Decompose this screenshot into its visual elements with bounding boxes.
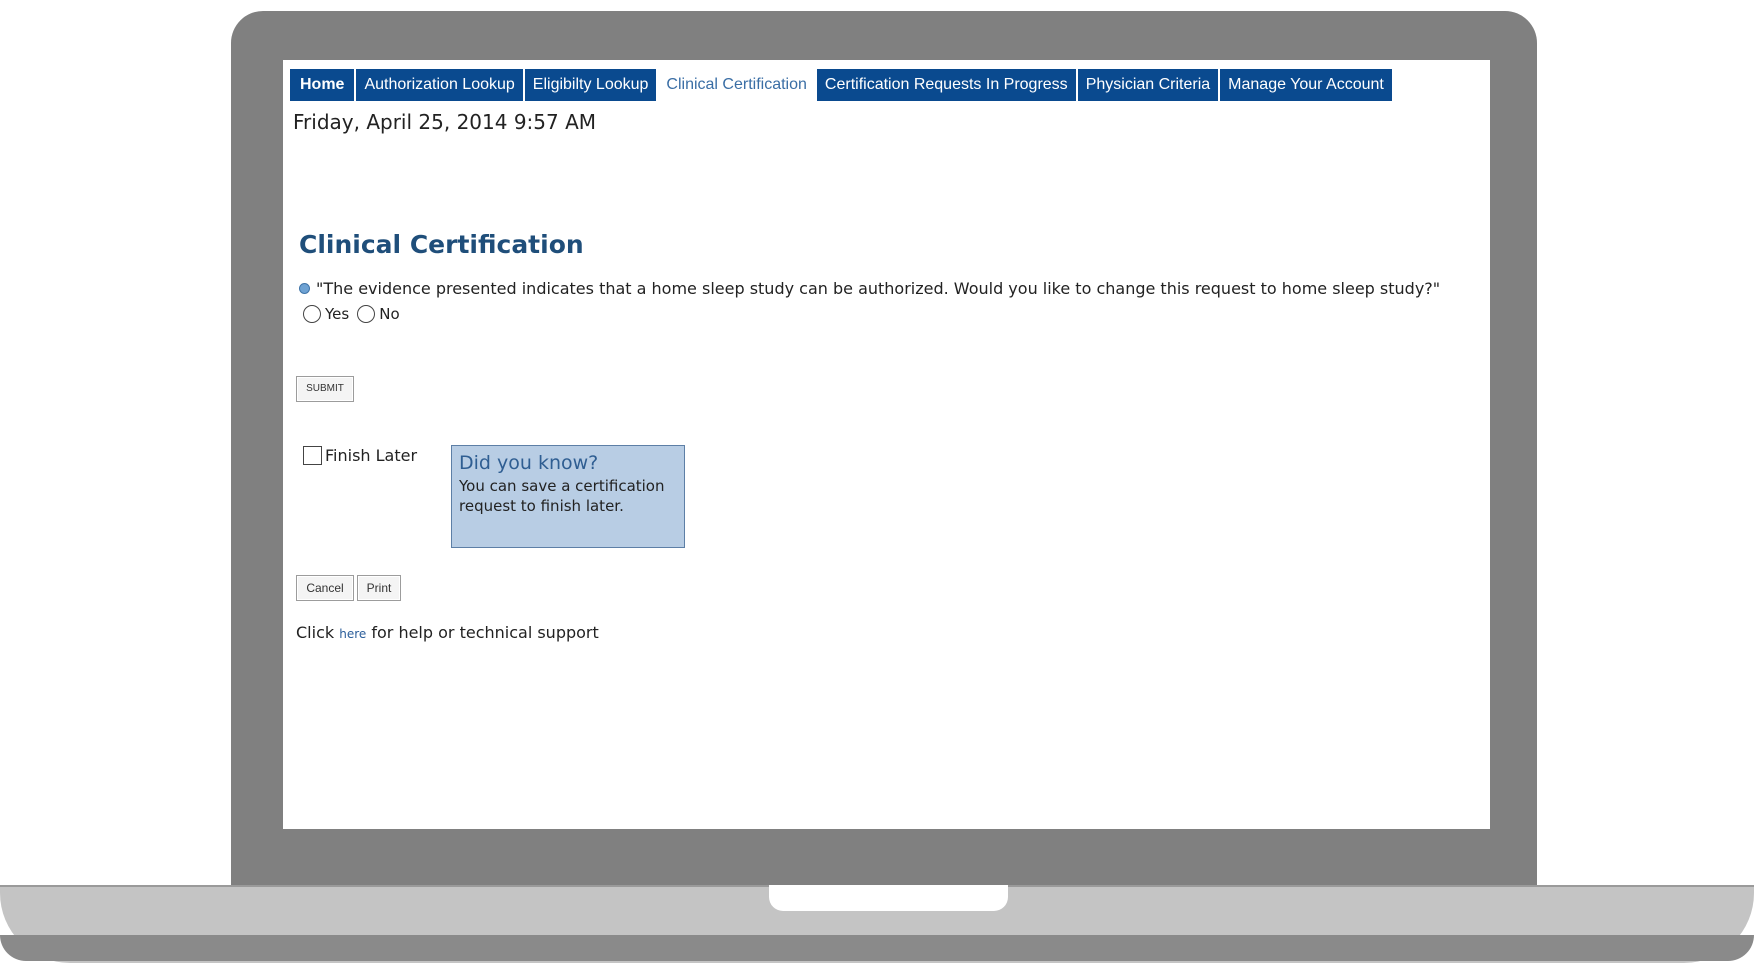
tab-physician-criteria[interactable]: Physician Criteria: [1077, 69, 1221, 101]
cancel-button[interactable]: Cancel: [296, 575, 354, 601]
no-label: No: [379, 305, 400, 323]
answer-options: Yes No: [303, 305, 408, 323]
finish-later: Finish Later: [303, 446, 417, 465]
help-link[interactable]: here: [339, 627, 366, 641]
tab-eligibility-lookup[interactable]: Eligibilty Lookup: [524, 69, 659, 101]
tab-certification-requests-in-progress[interactable]: Certification Requests In Progress: [816, 69, 1078, 101]
yes-label: Yes: [325, 305, 350, 323]
help-text: Click here for help or technical support: [296, 623, 599, 642]
info-icon: [299, 283, 310, 294]
finish-later-label: Finish Later: [325, 446, 418, 465]
tab-clinical-certification[interactable]: Clinical Certification: [658, 69, 817, 101]
laptop-notch: [769, 885, 1008, 911]
finish-later-checkbox[interactable]: [303, 446, 322, 465]
page-title: Clinical Certification: [299, 230, 584, 259]
laptop-base-bottom: [0, 935, 1754, 961]
main-nav: Home Authorization Lookup Eligibilty Loo…: [290, 69, 1490, 101]
did-you-know-tip: Did you know? You can save a certificati…: [451, 445, 685, 548]
yes-radio[interactable]: [303, 305, 321, 323]
screen: Home Authorization Lookup Eligibilty Loo…: [283, 60, 1490, 829]
submit-button[interactable]: SUBMIT: [296, 376, 354, 402]
tip-body: You can save a certification request to …: [459, 477, 665, 515]
question: "The evidence presented indicates that a…: [299, 279, 1440, 298]
help-prefix: Click: [296, 623, 335, 642]
print-button[interactable]: Print: [357, 575, 401, 601]
help-suffix: for help or technical support: [371, 623, 599, 642]
current-datetime: Friday, April 25, 2014 9:57 AM: [293, 110, 597, 134]
question-text: "The evidence presented indicates that a…: [316, 279, 1441, 298]
tab-home[interactable]: Home: [290, 69, 357, 101]
tab-manage-your-account[interactable]: Manage Your Account: [1220, 69, 1394, 101]
no-radio[interactable]: [357, 305, 376, 323]
tip-title: Did you know?: [459, 452, 599, 474]
tab-authorization-lookup[interactable]: Authorization Lookup: [356, 69, 525, 101]
